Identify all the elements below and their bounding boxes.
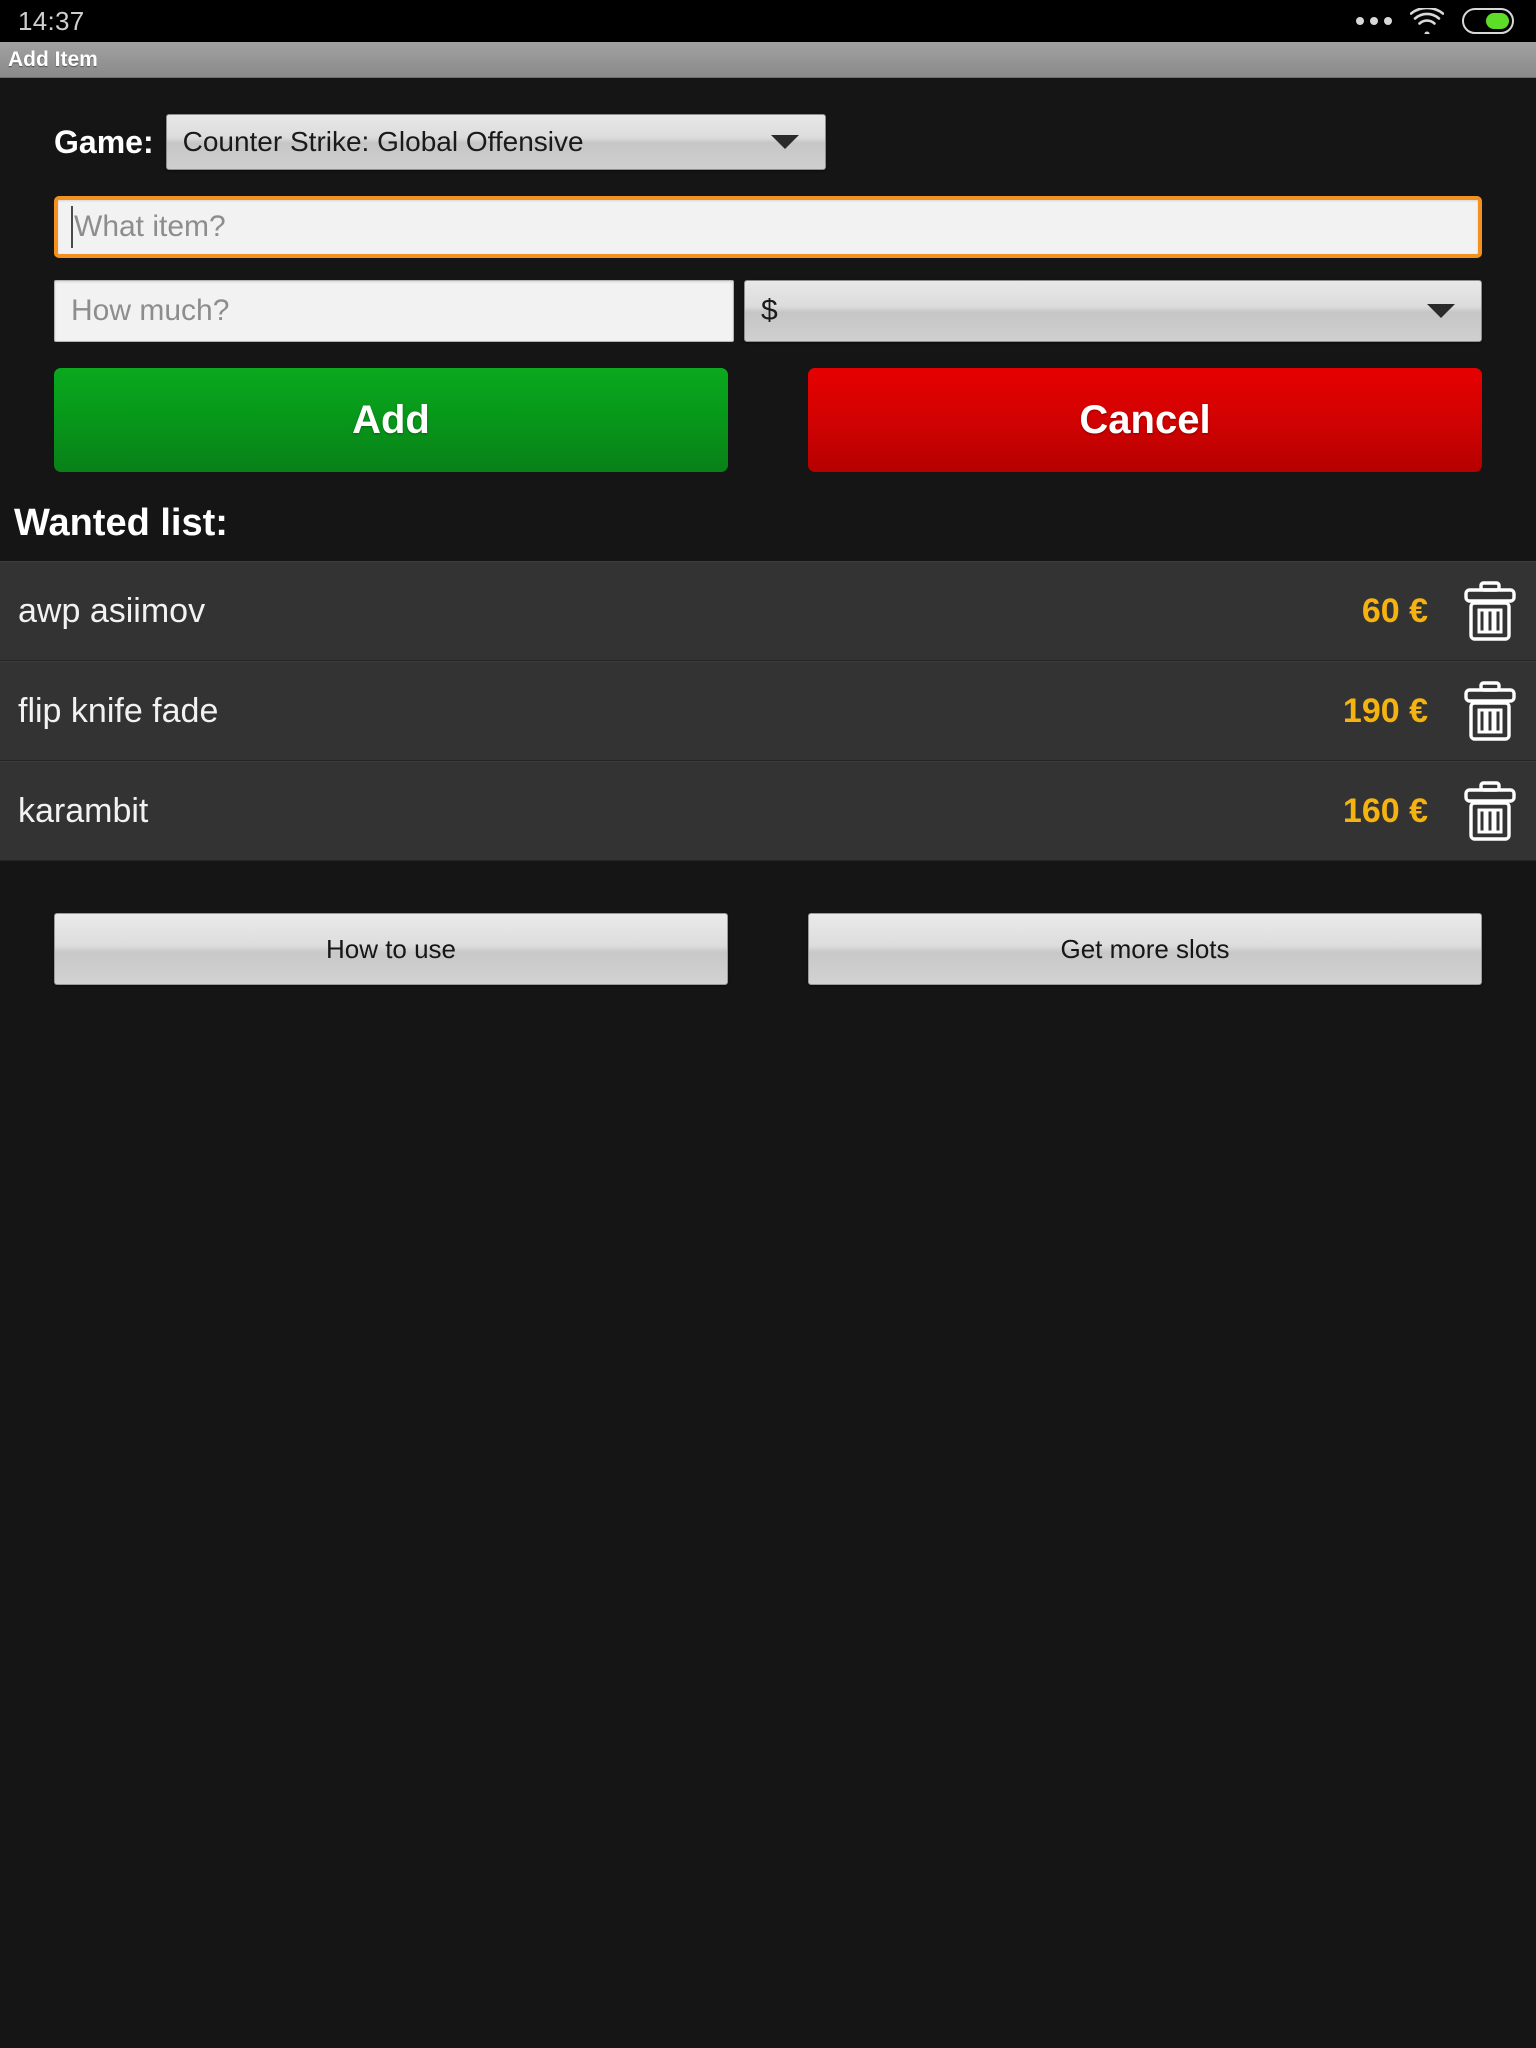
game-label: Game: <box>54 123 154 160</box>
table-row[interactable]: karambit 160 € <box>0 761 1536 861</box>
chevron-down-icon <box>1427 304 1455 318</box>
app-title-bar: Add Item <box>0 42 1536 78</box>
game-selector-row: Game: Counter Strike: Global Offensive <box>0 78 1536 170</box>
item-name: karambit <box>18 791 149 830</box>
currency-spinner-value: $ <box>761 294 778 327</box>
text-cursor <box>71 206 73 248</box>
page-title: Add Item <box>8 47 98 71</box>
item-name-input[interactable]: What item? <box>54 196 1482 258</box>
cancel-button[interactable]: Cancel <box>808 368 1482 472</box>
table-row[interactable]: flip knife fade 190 € <box>0 661 1536 761</box>
chevron-down-icon <box>770 135 799 149</box>
get-more-slots-button[interactable]: Get more slots <box>808 913 1482 985</box>
trash-icon[interactable] <box>1462 780 1518 842</box>
form-actions: Add Cancel <box>0 342 1536 472</box>
price-placeholder: How much? <box>71 294 230 327</box>
price-input[interactable]: How much? <box>54 280 734 342</box>
item-price: 160 € <box>1342 791 1428 830</box>
currency-spinner[interactable]: $ <box>744 280 1482 342</box>
how-to-use-button[interactable]: How to use <box>54 913 728 985</box>
item-name-placeholder: What item? <box>74 210 226 243</box>
item-input-row: What item? <box>0 170 1536 258</box>
wanted-list-heading: Wanted list: <box>14 502 228 544</box>
item-price: 60 € <box>1361 591 1428 630</box>
footer-actions: How to use Get more slots <box>0 861 1536 985</box>
game-spinner[interactable]: Counter Strike: Global Offensive <box>165 114 826 170</box>
item-price: 190 € <box>1342 691 1428 730</box>
status-bar: 14:37 <box>0 0 1536 42</box>
game-spinner-value: Counter Strike: Global Offensive <box>182 126 584 157</box>
main-content: Game: Counter Strike: Global Offensive W… <box>0 78 1536 2048</box>
trash-icon[interactable] <box>1462 580 1518 642</box>
add-button[interactable]: Add <box>54 368 728 472</box>
status-clock: 14:37 <box>18 5 85 36</box>
item-name: awp asiimov <box>18 591 206 630</box>
wanted-list: awp asiimov 60 € flip knife fade 190 € k… <box>0 561 1536 861</box>
price-input-row: How much? $ <box>0 258 1536 342</box>
item-name: flip knife fade <box>18 691 219 730</box>
more-dots-icon <box>1356 17 1392 25</box>
trash-icon[interactable] <box>1462 680 1518 742</box>
status-icons <box>1356 8 1514 34</box>
wifi-icon <box>1410 8 1444 34</box>
table-row[interactable]: awp asiimov 60 € <box>0 561 1536 661</box>
battery-icon <box>1462 8 1514 34</box>
